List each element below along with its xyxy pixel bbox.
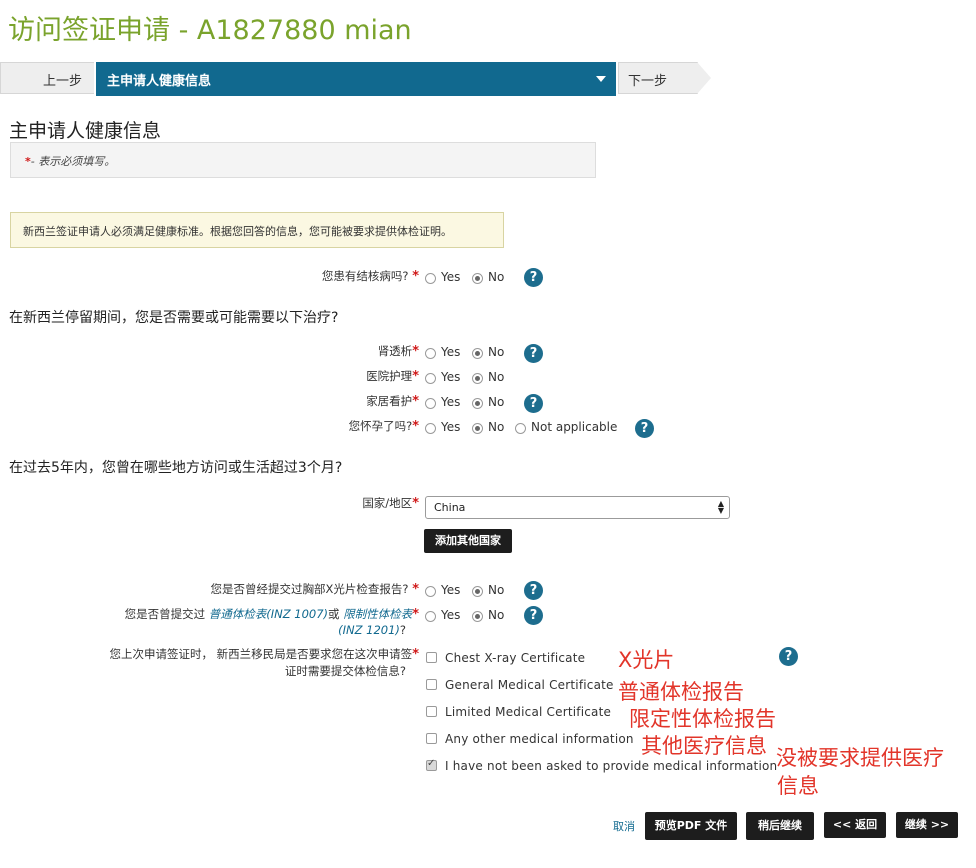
- medical-yes-radio[interactable]: [425, 611, 436, 622]
- help-icon[interactable]: ?: [524, 344, 543, 363]
- pregnant-yes-radio[interactable]: [425, 423, 436, 434]
- country-label: 国家/地区*: [362, 496, 419, 511]
- section-title: 主申请人健康信息: [9, 120, 162, 142]
- back-button[interactable]: << 返回: [824, 812, 886, 838]
- tb-yes-radio[interactable]: [425, 273, 436, 284]
- limited-medical-link[interactable]: 限制性体检表: [343, 607, 412, 621]
- xray-no-radio[interactable]: [472, 586, 483, 597]
- pregnant-label: 您怀孕了吗?*: [348, 419, 419, 434]
- page-title: 访问签证申请 - A1827880 mian: [8, 15, 412, 46]
- other-medical-label: Any other medical information: [445, 732, 634, 746]
- continue-button[interactable]: 继续 >>: [896, 812, 958, 838]
- hospital-yes-label: Yes: [441, 370, 461, 384]
- required-note-box: *- 表示必须填写。: [10, 142, 596, 178]
- help-icon[interactable]: ?: [524, 606, 543, 625]
- annotation-limited: 限定性体检报告: [629, 707, 776, 731]
- general-medical-label: General Medical Certificate: [445, 678, 614, 692]
- medical-yes-label: Yes: [441, 608, 461, 622]
- wizard-next-button[interactable]: 下一步: [618, 62, 698, 94]
- dialysis-yes-label: Yes: [441, 345, 461, 359]
- hospital-no-radio[interactable]: [472, 373, 483, 384]
- pregnant-no-radio[interactable]: [472, 423, 483, 434]
- limited-medical-link-form[interactable]: (INZ 1201): [338, 623, 400, 637]
- tb-question-label: 您患有结核病吗? *: [321, 269, 419, 284]
- pregnant-na-radio[interactable]: [515, 423, 526, 434]
- medical-no-radio[interactable]: [472, 611, 483, 622]
- hospital-no-label: No: [488, 370, 505, 384]
- dialysis-no-radio[interactable]: [472, 348, 483, 359]
- xray-yes-label: Yes: [441, 583, 461, 597]
- xray-yes-radio[interactable]: [425, 586, 436, 597]
- medical-question-label: 您是否曾提交过 普通体检表(INZ 1007)或 限制性体检表*: [124, 607, 419, 622]
- annotation-xray: X光片: [618, 648, 675, 672]
- tb-no-radio[interactable]: [472, 273, 483, 284]
- hospital-yes-radio[interactable]: [425, 373, 436, 384]
- annotation-not-asked-1: 没被要求提供医疗: [776, 746, 944, 770]
- help-icon[interactable]: ?: [635, 419, 654, 438]
- pregnant-na-label: Not applicable: [531, 420, 618, 434]
- help-icon[interactable]: ?: [524, 581, 543, 600]
- save-later-button[interactable]: 稍后继续: [746, 812, 814, 840]
- annotation-other: 其他医疗信息: [641, 734, 767, 758]
- help-icon[interactable]: ?: [779, 647, 798, 666]
- country-select-value: China: [434, 501, 466, 514]
- pregnant-no-label: No: [488, 420, 505, 434]
- dialysis-yes-radio[interactable]: [425, 348, 436, 359]
- annotation-not-asked-2: 信息: [777, 774, 819, 798]
- add-country-button[interactable]: 添加其他国家: [424, 529, 512, 553]
- dialysis-label: 肾透析*: [377, 344, 419, 359]
- wizard-current-step: 主申请人健康信息: [107, 74, 212, 89]
- homecare-yes-radio[interactable]: [425, 398, 436, 409]
- help-icon[interactable]: ?: [524, 268, 543, 287]
- tb-yes-label: Yes: [441, 270, 461, 284]
- hospital-care-label: 医院护理*: [366, 369, 419, 384]
- chest-xray-label: Chest X-ray Certificate: [445, 651, 586, 665]
- residence-heading: 在过去5年内，您曾在哪些地方访问或生活超过3个月?: [9, 460, 343, 476]
- health-notice-text: 新西兰签证申请人必须满足健康标准。根据您回答的信息，您可能被要求提供体检证明。: [23, 225, 452, 238]
- wizard-prev-label: 上一步: [43, 74, 83, 89]
- annotation-general: 普通体检报告: [618, 680, 744, 704]
- limited-medical-label: Limited Medical Certificate: [445, 705, 612, 719]
- other-medical-checkbox[interactable]: [426, 733, 437, 744]
- not-asked-label: I have not been asked to provide medical…: [445, 759, 778, 773]
- limited-medical-checkbox[interactable]: [426, 706, 437, 717]
- medical-question-line2: (INZ 1201)?: [338, 623, 406, 637]
- health-notice: 新西兰签证申请人必须满足健康标准。根据您回答的信息，您可能被要求提供体检证明。: [10, 212, 504, 248]
- pregnant-yes-label: Yes: [441, 420, 461, 434]
- homecare-yes-label: Yes: [441, 395, 461, 409]
- wizard-prev-button[interactable]: 上一步: [0, 62, 94, 94]
- wizard-next-label: 下一步: [628, 74, 668, 89]
- chest-xray-checkbox[interactable]: [426, 652, 437, 663]
- country-select[interactable]: China ▲ ▼: [425, 496, 730, 519]
- help-icon[interactable]: ?: [524, 394, 543, 413]
- general-medical-link[interactable]: 普通体检表(INZ 1007): [209, 607, 328, 621]
- tb-no-label: No: [488, 270, 505, 284]
- updown-arrows-icon: ▲ ▼: [717, 499, 724, 515]
- treatment-heading: 在新西兰停留期间，您是否需要或可能需要以下治疗?: [9, 310, 339, 326]
- wizard-step-select[interactable]: 主申请人健康信息: [96, 62, 616, 96]
- preview-pdf-button[interactable]: 预览PDF 文件: [645, 812, 737, 840]
- homecare-no-radio[interactable]: [472, 398, 483, 409]
- dialysis-no-label: No: [488, 345, 505, 359]
- home-care-label: 家居看护*: [366, 394, 419, 409]
- chevron-down-icon: [596, 76, 606, 82]
- not-asked-checkbox[interactable]: [426, 758, 437, 771]
- wizard-next-arrow-shape[interactable]: [697, 62, 711, 94]
- prev-application-label-line2: 证时需要提交体检信息?: [284, 664, 406, 678]
- cancel-link[interactable]: 取消: [613, 818, 635, 834]
- required-note-text: - 表示必须填写。: [30, 155, 116, 168]
- prev-application-label: 您上次申请签证时， 新西兰移民局是否要求您在这次申请签*: [109, 647, 419, 662]
- medical-no-label: No: [488, 608, 505, 622]
- homecare-no-label: No: [488, 395, 505, 409]
- general-medical-checkbox[interactable]: [426, 679, 437, 690]
- xray-question-label: 您是否曾经提交过胸部X光片检查报告? *: [210, 582, 419, 597]
- xray-no-label: No: [488, 583, 505, 597]
